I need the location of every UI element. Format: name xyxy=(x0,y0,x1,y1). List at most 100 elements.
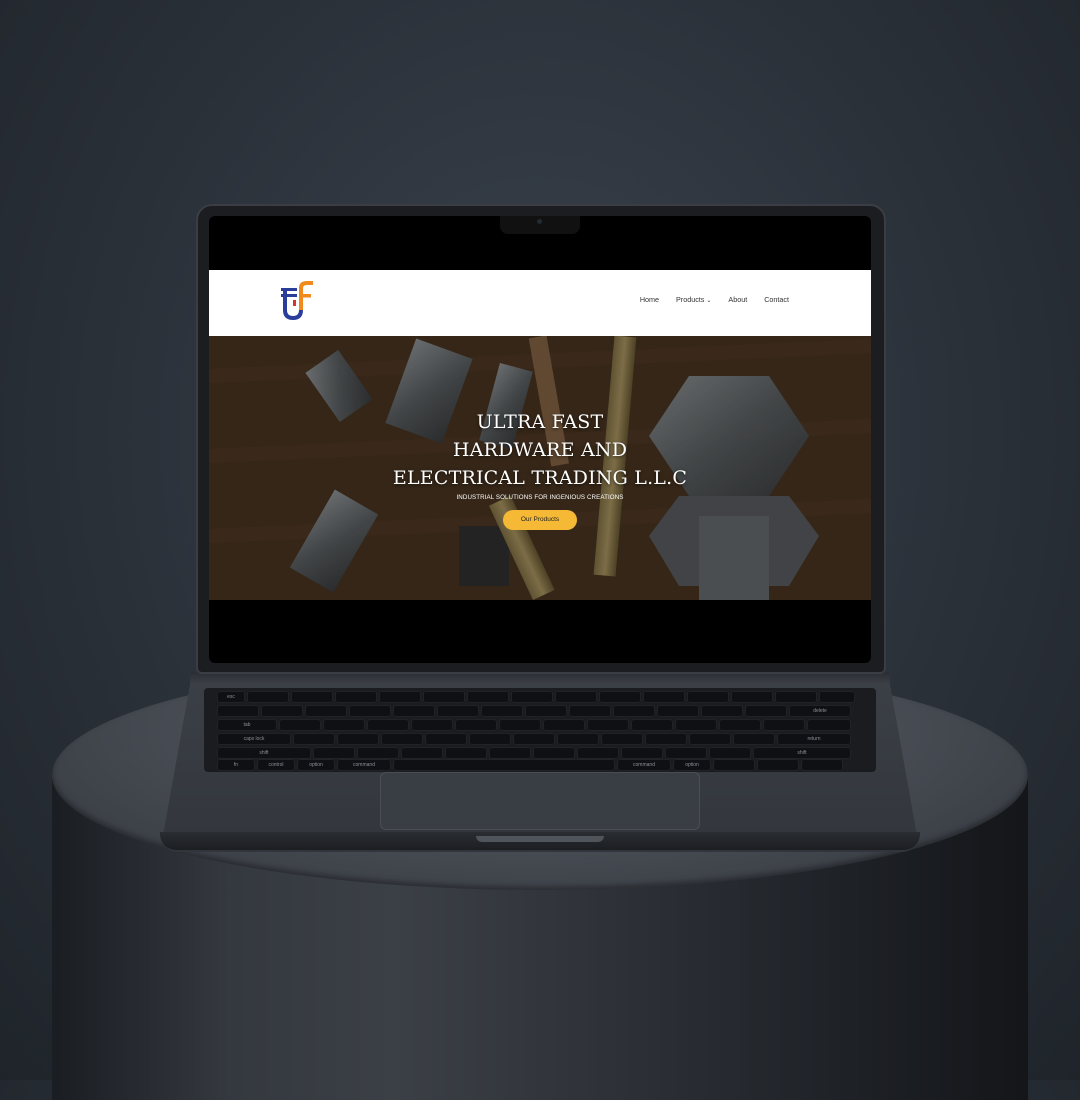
key-arrow-updown[interactable] xyxy=(758,760,798,770)
key[interactable] xyxy=(314,748,354,758)
key-tab[interactable]: tab xyxy=(218,720,276,730)
keyboard-row-home: caps lock return xyxy=(218,734,850,744)
key[interactable] xyxy=(368,720,408,730)
key-command-left[interactable]: command xyxy=(338,760,390,770)
key[interactable] xyxy=(588,720,628,730)
key[interactable] xyxy=(358,748,398,758)
key[interactable] xyxy=(262,706,302,716)
key[interactable] xyxy=(734,734,774,744)
key[interactable] xyxy=(500,720,540,730)
key[interactable] xyxy=(720,720,760,730)
key[interactable] xyxy=(646,734,686,744)
trackpad[interactable] xyxy=(380,772,700,830)
key[interactable] xyxy=(218,706,258,716)
key[interactable] xyxy=(534,748,574,758)
key[interactable] xyxy=(380,692,420,702)
key[interactable] xyxy=(688,692,728,702)
chevron-down-icon: ⌄ xyxy=(706,297,712,304)
nav-home[interactable]: Home xyxy=(640,295,659,304)
key[interactable] xyxy=(394,706,434,716)
key[interactable] xyxy=(438,706,478,716)
nav-products-label: Products xyxy=(676,294,705,304)
key[interactable] xyxy=(614,706,654,716)
key[interactable] xyxy=(602,734,642,744)
key[interactable] xyxy=(526,706,566,716)
key[interactable] xyxy=(820,692,854,702)
nav-products[interactable]: Products ⌄ xyxy=(676,295,711,304)
key[interactable] xyxy=(292,692,332,702)
key-delete[interactable]: delete xyxy=(790,706,850,716)
key[interactable] xyxy=(456,720,496,730)
key[interactable] xyxy=(690,734,730,744)
key-option-left[interactable]: option xyxy=(298,760,334,770)
key-fn[interactable]: fn xyxy=(218,760,254,770)
key-space[interactable] xyxy=(394,760,614,770)
key[interactable] xyxy=(324,720,364,730)
screen-dark-area xyxy=(209,600,871,650)
key-return[interactable]: return xyxy=(778,734,850,744)
key[interactable] xyxy=(666,748,706,758)
key[interactable] xyxy=(306,706,346,716)
key[interactable] xyxy=(764,720,804,730)
key[interactable] xyxy=(702,706,742,716)
keyboard-row-bottom: fn control option command command option xyxy=(218,760,842,770)
key-arrow-right[interactable] xyxy=(802,760,842,770)
hero-title-line: ULTRA FAST xyxy=(476,411,604,433)
key[interactable] xyxy=(746,706,786,716)
key[interactable] xyxy=(808,720,850,730)
key[interactable] xyxy=(556,692,596,702)
key[interactable] xyxy=(426,734,466,744)
key[interactable] xyxy=(336,692,376,702)
keyboard-row-function: esc xyxy=(218,692,854,702)
key[interactable] xyxy=(280,720,320,730)
laptop-front-notch xyxy=(476,836,604,842)
key[interactable] xyxy=(468,692,508,702)
keyboard-row-qwerty: tab xyxy=(218,720,850,730)
key[interactable] xyxy=(482,706,522,716)
key[interactable] xyxy=(470,734,510,744)
key[interactable] xyxy=(382,734,422,744)
key[interactable] xyxy=(338,734,378,744)
hero-subtitle: INDUSTRIAL SOLUTIONS FOR INGENIOUS CREAT… xyxy=(456,494,624,501)
key-esc[interactable]: esc xyxy=(218,692,244,702)
website-viewport: Home Products ⌄ About Contact ULTRA FAST… xyxy=(209,270,871,600)
key-command-right[interactable]: command xyxy=(618,760,670,770)
our-products-button[interactable]: Our Products xyxy=(503,510,577,530)
key[interactable] xyxy=(512,692,552,702)
key[interactable] xyxy=(632,720,672,730)
nav-contact[interactable]: Contact xyxy=(764,295,789,304)
key-shift-right[interactable]: shift xyxy=(754,748,850,758)
hero-title: ULTRA FAST HARDWARE AND ELECTRICAL TRADI… xyxy=(209,408,871,492)
key[interactable] xyxy=(294,734,334,744)
key[interactable] xyxy=(622,748,662,758)
key[interactable] xyxy=(676,720,716,730)
key[interactable] xyxy=(732,692,772,702)
key[interactable] xyxy=(424,692,464,702)
key-caps-lock[interactable]: caps lock xyxy=(218,734,290,744)
key[interactable] xyxy=(658,706,698,716)
key[interactable] xyxy=(644,692,684,702)
key[interactable] xyxy=(402,748,442,758)
key-option-right[interactable]: option xyxy=(674,760,710,770)
key[interactable] xyxy=(544,720,584,730)
key[interactable] xyxy=(776,692,816,702)
key-arrow-left[interactable] xyxy=(714,760,754,770)
key[interactable] xyxy=(710,748,750,758)
key[interactable] xyxy=(412,720,452,730)
key[interactable] xyxy=(600,692,640,702)
keyboard-row-shift: shift shift xyxy=(218,748,850,758)
key[interactable] xyxy=(350,706,390,716)
key[interactable] xyxy=(446,748,486,758)
keyboard-row-numbers: delete xyxy=(218,706,850,716)
key-shift-left[interactable]: shift xyxy=(218,748,310,758)
key[interactable] xyxy=(570,706,610,716)
key-control[interactable]: control xyxy=(258,760,294,770)
nav-about[interactable]: About xyxy=(728,295,747,304)
key[interactable] xyxy=(248,692,288,702)
hero-title-line: HARDWARE AND xyxy=(452,439,628,461)
key[interactable] xyxy=(514,734,554,744)
key[interactable] xyxy=(490,748,530,758)
uf-logo-icon[interactable] xyxy=(277,280,321,322)
key[interactable] xyxy=(578,748,618,758)
key[interactable] xyxy=(558,734,598,744)
